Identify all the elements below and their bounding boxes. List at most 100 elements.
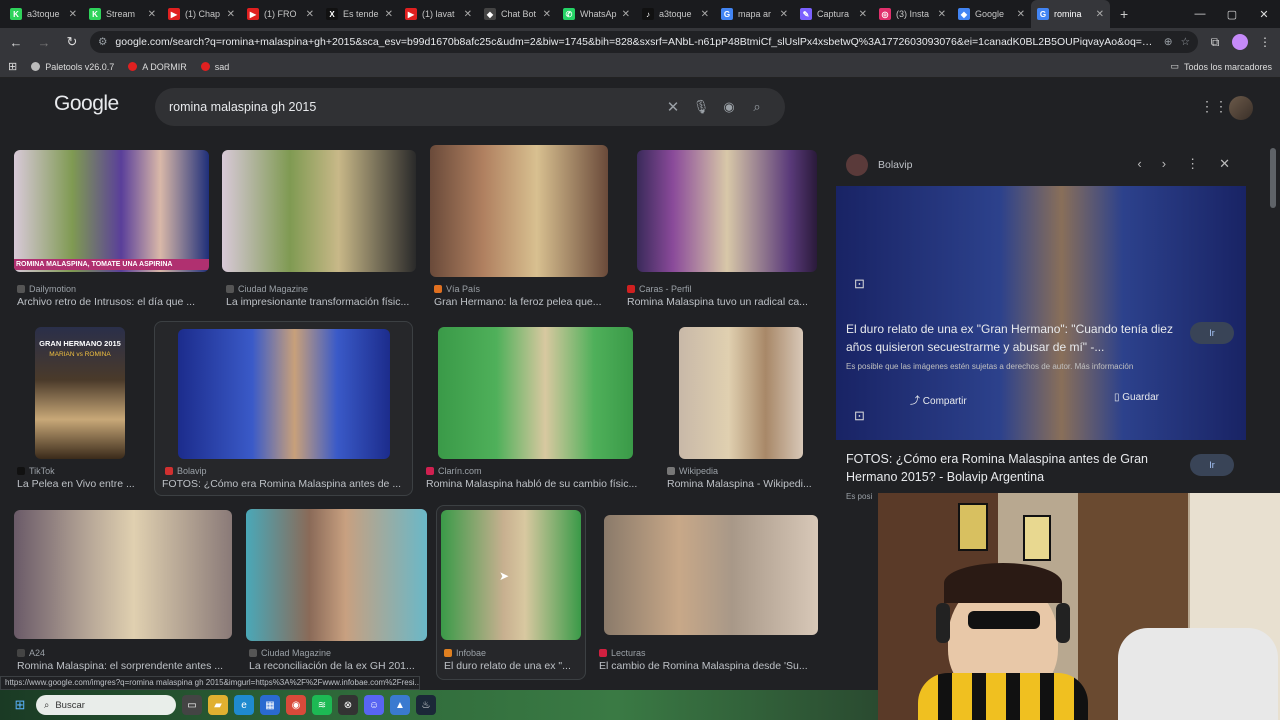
bookmark-item[interactable]: Paletools v26.0.7 (31, 62, 114, 72)
result-image[interactable] (679, 327, 803, 459)
tab-close-icon[interactable]: ✕ (385, 9, 393, 20)
zoom-icon[interactable]: ⊕ (1164, 36, 1173, 48)
spotify-icon[interactable]: ≋ (312, 695, 332, 715)
clear-icon[interactable]: ✕ (659, 98, 687, 116)
preview-source[interactable]: Bolavip (846, 154, 912, 176)
account-avatar[interactable] (1229, 96, 1253, 120)
result-title[interactable]: La impresionante transformación físic... (226, 296, 416, 308)
search-box[interactable]: romina malaspina gh 2015 ✕ 🎙 ◉ ⌕ (155, 88, 785, 126)
forward-icon[interactable]: → (34, 35, 54, 50)
result-title[interactable]: Archivo retro de Intrusos: el día que ..… (17, 296, 212, 308)
share-button[interactable]: ⤴ Compartir (910, 392, 967, 407)
result-image[interactable] (14, 510, 232, 639)
browser-tab[interactable]: Gmapa ar ✕ (715, 0, 794, 28)
browser-tab[interactable]: ✆ WhatsAp ✕ (557, 0, 636, 28)
browser-tab[interactable]: ▶ (1) FRO ✕ (241, 0, 320, 28)
search-input[interactable]: romina malaspina gh 2015 (169, 100, 659, 114)
tab-close-icon[interactable]: ✕ (227, 9, 235, 20)
tab-close-icon[interactable]: ✕ (543, 9, 551, 20)
store-icon[interactable]: ▦ (260, 695, 280, 715)
extensions-icon[interactable]: ⧉ (1206, 35, 1224, 50)
browser-tab[interactable]: Ka3toque ✕ (4, 0, 83, 28)
file-explorer-icon[interactable]: ▰ (208, 695, 228, 715)
result-image[interactable] (637, 150, 817, 272)
bookmark-item[interactable]: A DORMIR (128, 62, 187, 72)
tab-close-icon[interactable]: ✕ (622, 9, 630, 20)
tab-close-icon[interactable]: ✕ (1017, 9, 1025, 20)
back-icon[interactable]: ← (6, 35, 26, 50)
next-image-icon[interactable]: › (1162, 156, 1166, 172)
result-title[interactable]: Romina Malaspina tuvo un radical ca... (627, 296, 817, 308)
maximize-icon[interactable]: ▢ (1216, 8, 1248, 21)
start-icon[interactable]: ⊞ (10, 695, 30, 715)
browser-tab[interactable]: ◎ (3) Insta ✕ (873, 0, 952, 28)
close-panel-icon[interactable]: ✕ (1219, 156, 1230, 172)
browser-tab[interactable]: K Stream ✕ (83, 0, 162, 28)
browser-tab[interactable]: ▶ (1) Chap ✕ (162, 0, 241, 28)
browser-tab[interactable]: X Es tende ✕ (320, 0, 399, 28)
lens-icon[interactable]: ◉ (715, 99, 743, 115)
result-image[interactable] (222, 150, 416, 272)
bookmark-star-icon[interactable]: ☆ (1181, 36, 1190, 48)
related-title[interactable]: El duro relato de una ex "Gran Hermano":… (846, 320, 1176, 356)
browser-tab[interactable]: ♪ a3toque ✕ (636, 0, 715, 28)
browser-tab[interactable]: Gromina ✕ (1031, 0, 1110, 28)
result-title[interactable]: Romina Malaspina: el sorprendente antes … (17, 660, 232, 672)
browser-menu-icon[interactable]: ⋮ (1256, 35, 1274, 49)
browser-tab[interactable]: ◆ Google ✕ (952, 0, 1031, 28)
task-view-icon[interactable]: ▭ (182, 695, 202, 715)
app-icon[interactable]: ▲ (390, 695, 410, 715)
chrome-icon[interactable]: ◉ (286, 695, 306, 715)
browser-tab[interactable]: ▶ (1) lavat ✕ (399, 0, 478, 28)
result-image[interactable] (430, 145, 608, 277)
tab-close-icon[interactable]: ✕ (701, 9, 709, 20)
result-title[interactable]: El duro relato de una ex "... (444, 660, 579, 672)
result-image[interactable] (246, 509, 427, 641)
voice-search-icon[interactable]: 🎙 (687, 99, 715, 115)
result-image[interactable]: ROMINA MALASPINA, TOMATE UNA ASPIRINA (14, 150, 209, 272)
result-title[interactable]: La Pelea en Vivo entre ... (17, 478, 145, 490)
tab-close-icon[interactable]: ✕ (69, 9, 77, 20)
result-title[interactable]: El cambio de Romina Malaspina desde 'Su.… (599, 660, 814, 672)
edge-icon[interactable]: e (234, 695, 254, 715)
visit-button[interactable]: Ir (1190, 322, 1234, 344)
bookmark-item[interactable]: sad (200, 62, 229, 72)
close-window-icon[interactable]: ✕ (1248, 8, 1280, 21)
page-scrollbar[interactable] (1270, 148, 1276, 208)
result-title[interactable]: Gran Hermano: la feroz pelea que... (434, 296, 614, 308)
minimize-icon[interactable]: — (1184, 8, 1216, 20)
site-info-icon[interactable]: ⚙ (98, 36, 107, 48)
search-icon[interactable]: ⌕ (743, 99, 771, 115)
browser-tab[interactable]: ✎ Captura ✕ (794, 0, 873, 28)
lens-search-icon[interactable]: ⊡ (854, 276, 865, 292)
result-image[interactable] (441, 510, 581, 640)
discord-icon[interactable]: ☺ (364, 695, 384, 715)
result-title[interactable]: Romina Malaspina - Wikipedi... (667, 478, 812, 490)
tab-close-icon[interactable]: ✕ (938, 9, 946, 20)
browser-tab[interactable]: ◆ Chat Bot ✕ (478, 0, 557, 28)
xbox-icon[interactable]: ⊗ (338, 695, 358, 715)
result-title[interactable]: Romina Malaspina habló de su cambio físi… (426, 478, 641, 490)
tab-close-icon[interactable]: ✕ (780, 9, 788, 20)
preview-image[interactable]: ⊡ El duro relato de una ex "Gran Hermano… (836, 186, 1246, 440)
save-button[interactable]: ▯ Guardar (1114, 392, 1159, 403)
tab-close-icon[interactable]: ✕ (464, 9, 472, 20)
all-bookmarks[interactable]: ▭ Todos los marcadores (1170, 61, 1272, 72)
result-image[interactable]: GRAN HERMANO 2015 MARIAN vs ROMINA (35, 327, 125, 459)
result-image[interactable] (604, 515, 818, 635)
result-title[interactable]: FOTOS: ¿Cómo era Romina Malaspina antes … (162, 478, 407, 490)
tab-close-icon[interactable]: ✕ (148, 9, 156, 20)
prev-image-icon[interactable]: ‹ (1137, 156, 1141, 172)
browser-profile-avatar[interactable] (1232, 34, 1248, 50)
address-bar[interactable]: ⚙ google.com/search?q=romina+malaspina+g… (90, 31, 1198, 53)
apps-grid-icon[interactable]: ⊞ (8, 60, 17, 73)
reload-icon[interactable]: ↻ (62, 34, 82, 50)
steam-icon[interactable]: ♨ (416, 695, 436, 715)
new-tab-icon[interactable]: + (1110, 6, 1138, 22)
tab-close-icon[interactable]: ✕ (306, 9, 314, 20)
google-apps-icon[interactable]: ⋮⋮ (1200, 98, 1228, 115)
tab-close-icon[interactable]: ✕ (1096, 9, 1104, 20)
google-logo[interactable]: Google (54, 92, 119, 116)
more-options-icon[interactable]: ⋮ (1186, 156, 1199, 172)
result-image[interactable] (438, 327, 633, 459)
